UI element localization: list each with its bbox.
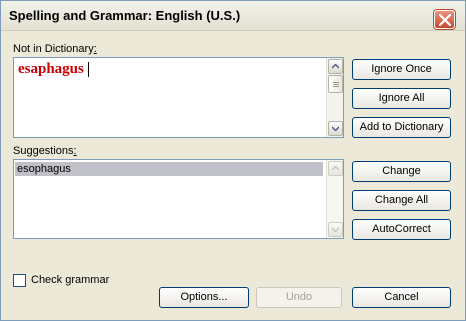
textbox-scrollbar[interactable] [326, 58, 343, 137]
undo-button: Undo [256, 287, 342, 308]
scroll-thumb[interactable] [328, 75, 343, 93]
change-button[interactable]: Change [352, 161, 451, 182]
autocorrect-button[interactable]: AutoCorrect [352, 219, 451, 240]
close-button[interactable] [434, 10, 455, 29]
arrow-down-icon [332, 227, 339, 232]
not-in-dictionary-label: Not in Dictionary: [13, 43, 97, 55]
dialog-title: Spelling and Grammar: English (U.S.) [9, 8, 241, 23]
suggestion-item[interactable]: esophagus [15, 162, 323, 176]
options-button[interactable]: Options... [159, 287, 249, 308]
scroll-down-button[interactable] [328, 222, 343, 237]
scroll-up-button[interactable] [328, 161, 343, 176]
add-to-dictionary-button[interactable]: Add to Dictionary [352, 117, 451, 138]
not-in-dictionary-textbox[interactable]: esaphagus [13, 57, 344, 138]
scroll-down-button[interactable] [328, 121, 343, 136]
suggestions-scrollbar[interactable] [326, 160, 343, 238]
misspelled-word: esaphagus [18, 61, 84, 77]
check-grammar-label: Check grammar [31, 274, 110, 286]
ignore-once-button[interactable]: Ignore Once [352, 59, 451, 80]
suggestions-list[interactable]: esophagus [13, 159, 344, 239]
cancel-button[interactable]: Cancel [352, 287, 451, 308]
title-bar[interactable]: Spelling and Grammar: English (U.S.) [1, 1, 465, 31]
arrow-down-icon [332, 126, 339, 131]
close-icon [439, 14, 451, 26]
change-all-button[interactable]: Change All [352, 190, 451, 211]
check-grammar-checkbox[interactable] [13, 274, 26, 287]
arrow-up-icon [332, 166, 339, 171]
ignore-all-button[interactable]: Ignore All [352, 88, 451, 109]
scroll-up-button[interactable] [328, 59, 343, 74]
text-caret [88, 62, 89, 77]
spelling-grammar-dialog: Spelling and Grammar: English (U.S.) Not… [0, 0, 466, 321]
suggestions-label: Suggestions: [13, 145, 77, 157]
arrow-up-icon [332, 64, 339, 69]
